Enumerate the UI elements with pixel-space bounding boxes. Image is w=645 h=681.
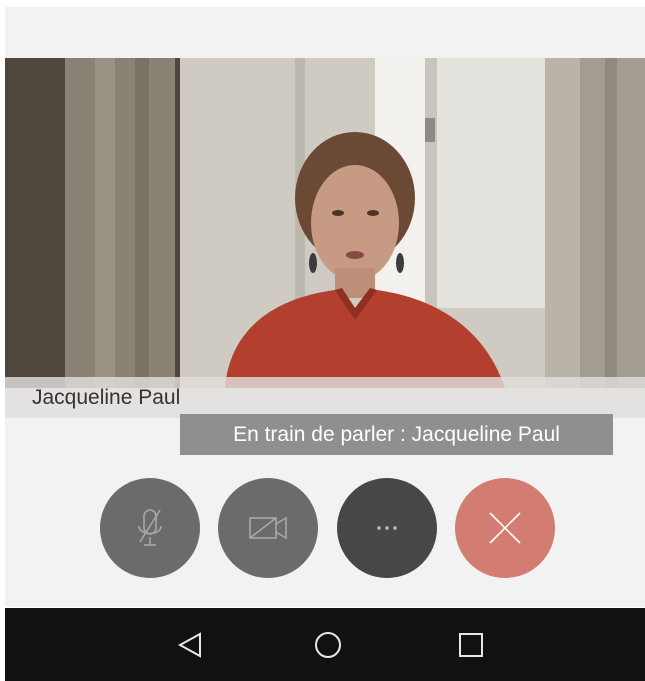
video-feed-image (5, 58, 645, 388)
mic-off-icon (138, 509, 162, 546)
camera-toggle-button[interactable] (218, 478, 318, 578)
recents-square-icon (459, 633, 483, 657)
participant-video[interactable] (5, 58, 645, 388)
nav-back-button[interactable] (175, 630, 205, 660)
nav-home-button[interactable] (313, 630, 343, 660)
close-icon (489, 512, 521, 544)
active-speaker-banner: En train de parler : Jacqueline Paul (180, 414, 613, 455)
more-options-button[interactable] (337, 478, 437, 578)
back-triangle-icon (177, 632, 201, 658)
end-call-button[interactable] (455, 478, 555, 578)
mute-button[interactable] (100, 478, 200, 578)
participant-name-label: Jacqueline Paul (32, 386, 181, 409)
more-icon (377, 526, 397, 530)
camera-off-icon (249, 516, 287, 540)
home-circle-icon (315, 632, 341, 658)
active-speaker-text: En train de parler : Jacqueline Paul (233, 422, 560, 446)
nav-recents-button[interactable] (456, 630, 486, 660)
system-navigation-bar (5, 608, 645, 681)
